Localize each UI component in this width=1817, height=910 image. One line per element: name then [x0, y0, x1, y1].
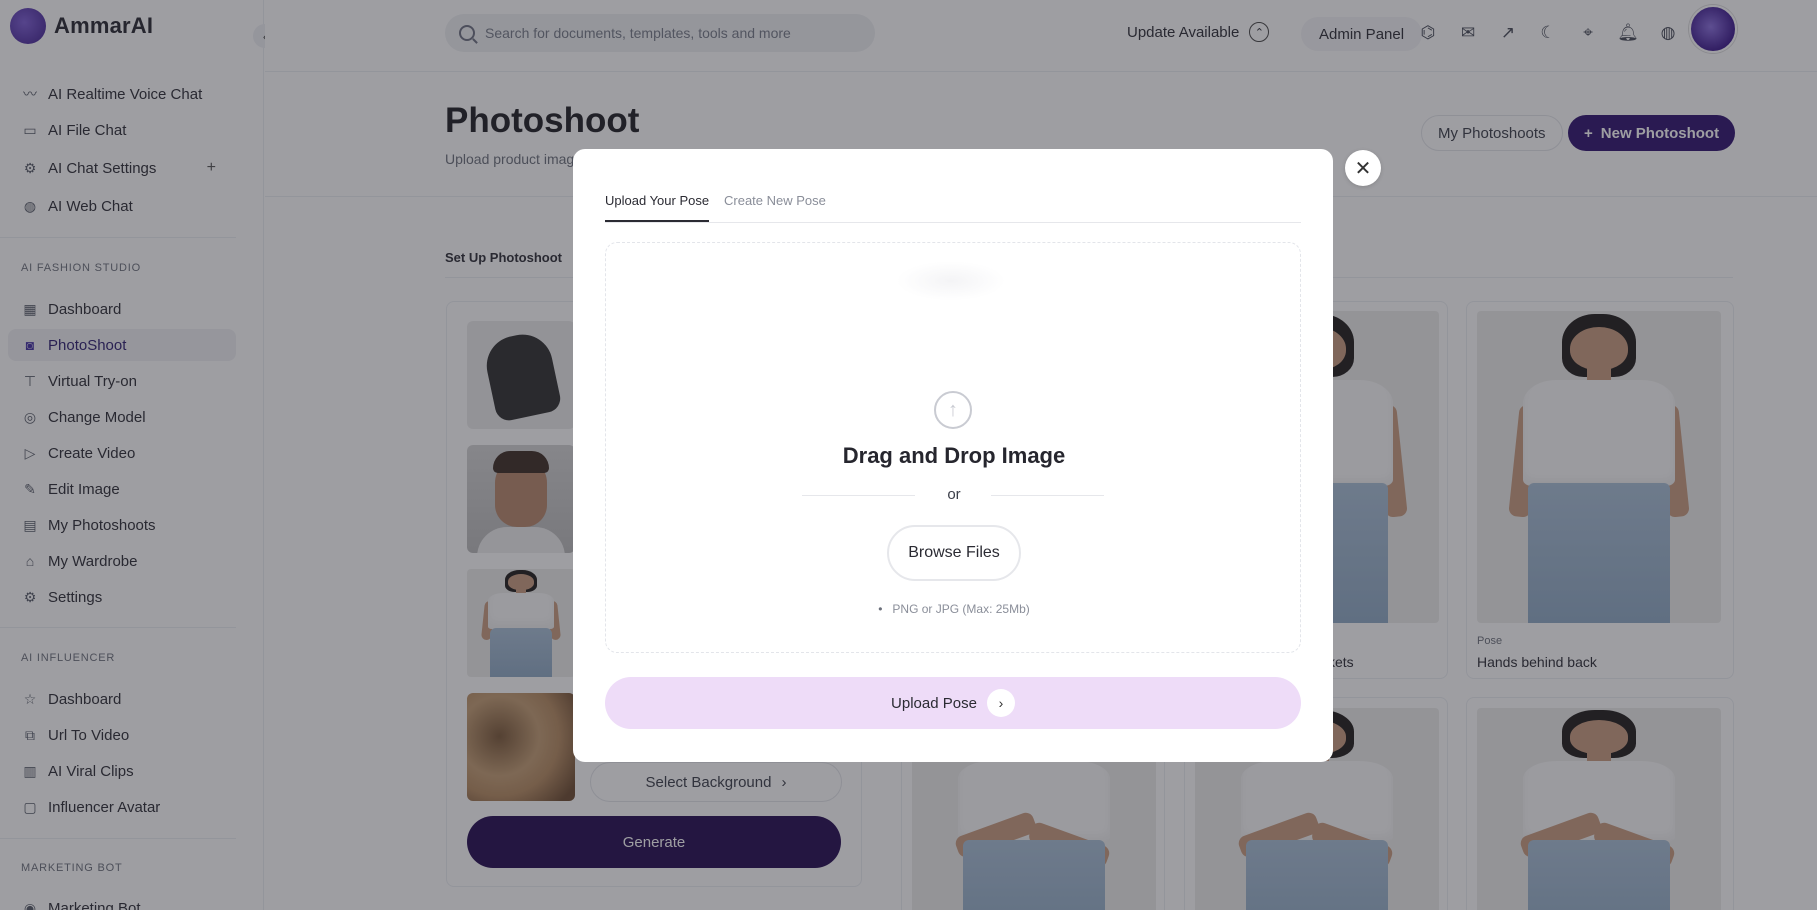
- close-modal-button[interactable]: ✕: [1345, 150, 1381, 186]
- loading-shimmer: [896, 261, 1006, 301]
- upload-pose-modal: Upload Your Pose Create New Pose ↑ Drag …: [573, 149, 1333, 762]
- dropzone-title: Drag and Drop Image: [842, 443, 1066, 468]
- upload-pose-label: Upload Pose: [891, 694, 977, 712]
- image-dropzone[interactable]: ↑ Drag and Drop Image or Browse Files PN…: [605, 242, 1301, 653]
- chevron-right-icon: ›: [986, 689, 1015, 717]
- or-text: or: [947, 486, 961, 503]
- modal-tabs: Upload Your Pose Create New Pose: [605, 193, 1301, 223]
- browse-files-button[interactable]: Browse Files: [887, 525, 1021, 581]
- or-divider-right: [991, 495, 1104, 496]
- close-icon: ✕: [1354, 157, 1372, 180]
- upload-pose-button[interactable]: Upload Pose ›: [605, 677, 1301, 729]
- tab-create-new-pose[interactable]: Create New Pose: [724, 193, 826, 220]
- tab-upload-your-pose[interactable]: Upload Your Pose: [605, 193, 710, 222]
- file-format-note: PNG or JPG (Max: 25Mb): [606, 602, 1302, 616]
- upload-arrow-icon: ↑: [934, 391, 972, 429]
